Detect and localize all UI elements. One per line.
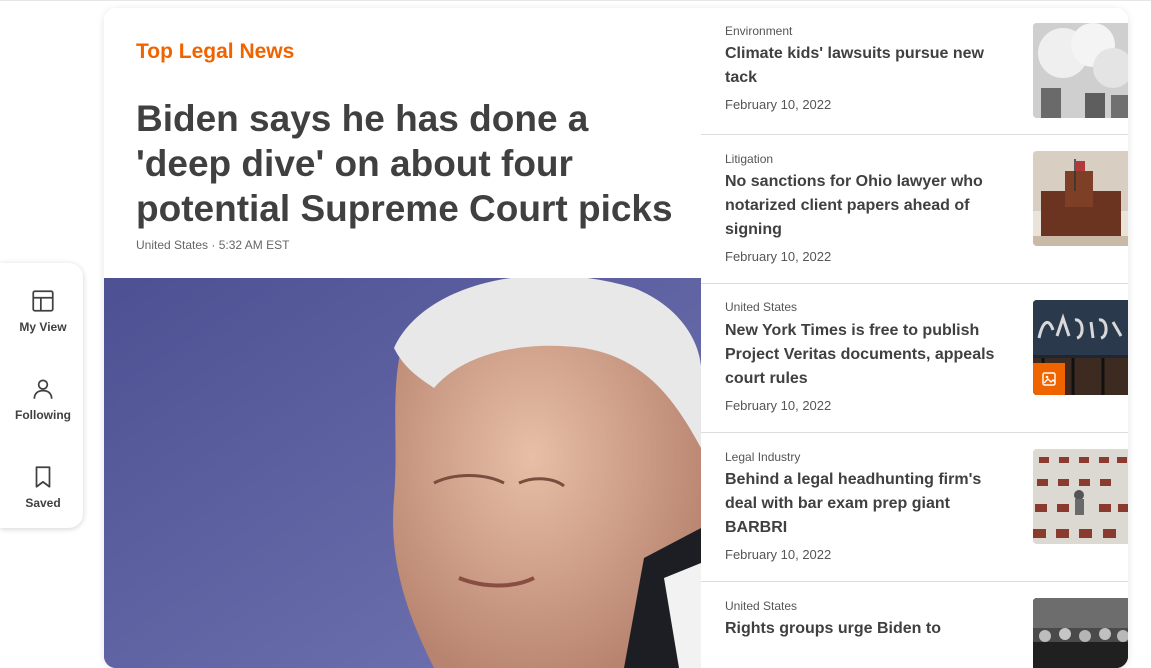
nav-following[interactable]: Following <box>0 376 86 422</box>
story-title[interactable]: Climate kids' lawsuits pursue new tack <box>725 42 1005 90</box>
bookmark-icon <box>35 466 51 488</box>
lead-image[interactable] <box>104 278 701 668</box>
image-gallery-icon <box>1042 372 1056 386</box>
list-item[interactable]: United States New York Times is free to … <box>701 283 1128 433</box>
story-date: February 10, 2022 <box>725 547 832 562</box>
story-title[interactable]: No sanctions for Ohio lawyer who notariz… <box>725 170 1005 242</box>
list-item[interactable]: Legal Industry Behind a legal headhuntin… <box>701 432 1128 582</box>
section-title[interactable]: Top Legal News <box>136 40 294 64</box>
story-kicker[interactable]: United States <box>725 300 797 314</box>
news-card: Top Legal News Biden says he has done a … <box>104 8 1128 668</box>
top-divider <box>0 0 1151 1</box>
nav-saved[interactable]: Saved <box>0 464 86 510</box>
person-icon <box>33 379 53 399</box>
story-kicker[interactable]: Legal Industry <box>725 450 800 464</box>
story-list: Environment Climate kids' lawsuits pursu… <box>701 8 1128 668</box>
story-date: February 10, 2022 <box>725 249 832 264</box>
lead-photo-illustration <box>104 278 701 668</box>
story-title[interactable]: Rights groups urge Biden to <box>725 617 1005 641</box>
story-kicker[interactable]: Environment <box>725 24 792 38</box>
nav-saved-label: Saved <box>25 496 61 510</box>
nav-following-label: Following <box>15 408 71 422</box>
story-thumbnail[interactable] <box>1033 23 1128 118</box>
lead-headline[interactable]: Biden says he has done a 'deep dive' on … <box>136 96 681 231</box>
story-title[interactable]: New York Times is free to publish Projec… <box>725 319 1005 391</box>
exam-room-image <box>1033 449 1128 544</box>
story-date: February 10, 2022 <box>725 97 832 112</box>
story-thumbnail[interactable] <box>1033 151 1128 246</box>
story-thumbnail[interactable] <box>1033 449 1128 544</box>
story-date: February 10, 2022 <box>725 398 832 413</box>
courtroom-image <box>1033 151 1128 246</box>
lead-story: Top Legal News Biden says he has done a … <box>104 8 701 668</box>
story-kicker[interactable]: Litigation <box>725 152 773 166</box>
nav-my-view-label: My View <box>19 320 67 334</box>
smokestacks-image <box>1033 23 1128 118</box>
story-title[interactable]: Behind a legal headhunting firm's deal w… <box>725 468 1005 540</box>
story-thumbnail[interactable] <box>1033 300 1128 395</box>
list-item[interactable]: Litigation No sanctions for Ohio lawyer … <box>701 134 1128 284</box>
justices-photo-image <box>1033 598 1128 668</box>
story-kicker[interactable]: United States <box>725 599 797 613</box>
lead-meta: United States · 5:32 AM EST <box>136 238 290 252</box>
side-navigation: My View Following Saved <box>0 263 83 528</box>
list-item[interactable]: United States Rights groups urge Biden t… <box>701 581 1128 668</box>
story-thumbnail[interactable] <box>1033 598 1128 668</box>
list-item[interactable]: Environment Climate kids' lawsuits pursu… <box>701 8 1128 135</box>
gallery-badge <box>1033 363 1065 395</box>
layout-icon <box>32 290 54 312</box>
nav-my-view[interactable]: My View <box>0 288 86 334</box>
